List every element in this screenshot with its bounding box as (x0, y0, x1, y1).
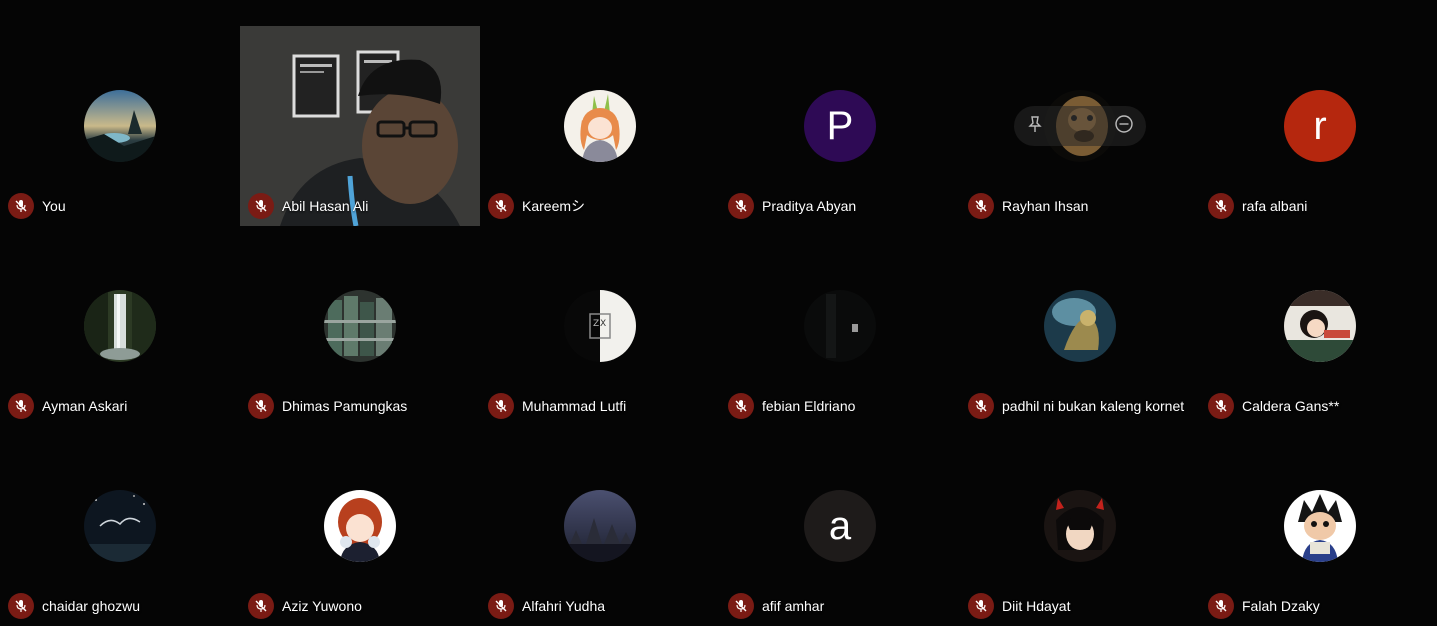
mic-off-icon (728, 193, 754, 219)
avatar-initial: P (826, 103, 854, 148)
mic-off-icon (1208, 393, 1234, 419)
mic-off-icon (728, 393, 754, 419)
participant-tile[interactable]: Rayhan Ihsan (960, 26, 1200, 226)
mic-off-icon (728, 593, 754, 619)
participant-tile[interactable]: P Praditya Abyan (720, 26, 960, 226)
tile-hover-controls (1014, 106, 1146, 146)
mic-off-icon (248, 193, 274, 219)
participant-tile[interactable]: Dhimas Pamungkas (240, 226, 480, 426)
avatar (1044, 490, 1116, 562)
participant-name: Rayhan Ihsan (1002, 198, 1089, 214)
mic-off-icon (1208, 593, 1234, 619)
participant-name: rafa albani (1242, 198, 1308, 214)
participant-tile[interactable]: Z X Muhammad Lutfi (480, 226, 720, 426)
avatar: r (1284, 90, 1356, 162)
participant-name: Ayman Askari (42, 398, 128, 414)
avatar (84, 90, 156, 162)
participant-name: Muhammad Lutfi (522, 398, 627, 414)
avatar (324, 290, 396, 362)
mic-off-icon (8, 193, 34, 219)
avatar: Z X (564, 290, 636, 362)
avatar (84, 290, 156, 362)
avatar-initial: a (828, 503, 852, 548)
participant-name: chaidar ghozwu (42, 598, 141, 614)
participant-tile[interactable]: You (0, 26, 240, 226)
pin-icon[interactable] (1026, 115, 1044, 138)
participant-tile[interactable]: febian Eldriano (720, 226, 960, 426)
participant-tile[interactable]: r rafa albani (1200, 26, 1437, 226)
participant-tile[interactable]: padhil ni bukan kaleng kornet (960, 226, 1200, 426)
mic-off-icon (968, 593, 994, 619)
mic-off-icon (8, 393, 34, 419)
participant-name: Aziz Yuwono (282, 598, 362, 614)
avatar (804, 290, 876, 362)
participant-tile[interactable]: Ayman Askari (0, 226, 240, 426)
avatar (1044, 290, 1116, 362)
participant-name: padhil ni bukan kaleng kornet (1002, 398, 1185, 414)
mic-off-icon (488, 193, 514, 219)
participant-tile[interactable]: Abil Hasan Ali (240, 26, 480, 226)
participant-tile[interactable]: Alfahri Yudha (480, 426, 720, 626)
mic-off-icon (488, 393, 514, 419)
participant-tile[interactable]: chaidar ghozwu (0, 426, 240, 626)
participant-name: Abil Hasan Ali (282, 198, 369, 214)
participant-name: Caldera Gans** (1242, 398, 1340, 414)
svg-text:X: X (600, 319, 606, 329)
avatar: a (804, 490, 876, 562)
participant-grid: You Abil Hasan Ali Kareemシ P Praditya Ab… (0, 26, 1437, 626)
participant-name: Diit Hdayat (1002, 598, 1071, 614)
participant-name: Praditya Abyan (762, 198, 857, 214)
participant-tile[interactable]: Diit Hdayat (960, 426, 1200, 626)
participant-name: febian Eldriano (762, 398, 856, 414)
avatar (564, 490, 636, 562)
participant-name: Dhimas Pamungkas (282, 398, 408, 414)
avatar-initial: r (1313, 103, 1327, 148)
participant-tile[interactable]: a afif amhar (720, 426, 960, 626)
participant-name: Kareemシ (522, 198, 586, 214)
participant-name: Falah Dzaky (1242, 598, 1320, 614)
avatar (564, 90, 636, 162)
mic-off-icon (1208, 193, 1234, 219)
mic-off-icon (248, 393, 274, 419)
avatar: P (804, 90, 876, 162)
participant-tile[interactable]: Aziz Yuwono (240, 426, 480, 626)
avatar (84, 490, 156, 562)
avatar (324, 490, 396, 562)
mic-off-icon (968, 193, 994, 219)
svg-text:Z: Z (593, 319, 599, 329)
participant-tile[interactable]: Kareemシ (480, 26, 720, 226)
participant-tile[interactable]: Falah Dzaky (1200, 426, 1437, 626)
mic-off-icon (488, 593, 514, 619)
participant-name: afif amhar (762, 598, 825, 614)
participant-name: You (42, 198, 66, 214)
avatar (1284, 490, 1356, 562)
mic-off-icon (8, 593, 34, 619)
mic-off-icon (248, 593, 274, 619)
participant-tile[interactable]: Caldera Gans** (1200, 226, 1437, 426)
mic-off-icon (968, 393, 994, 419)
participant-name: Alfahri Yudha (522, 598, 606, 614)
remove-icon[interactable] (1114, 114, 1134, 139)
avatar (1284, 290, 1356, 362)
